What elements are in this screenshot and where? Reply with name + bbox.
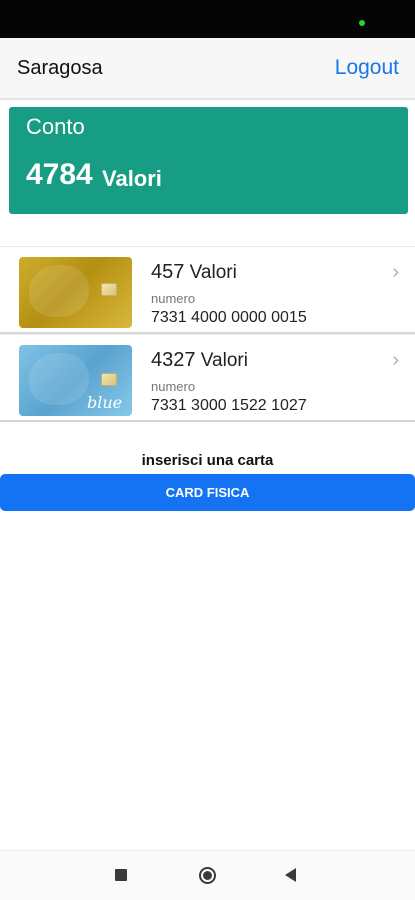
physical-card-button[interactable]: CARD FISICA: [0, 474, 415, 511]
page-title: Saragosa: [17, 57, 103, 79]
card-row-blue[interactable]: blue 4327 Valori numero 7331 3000 1522 1…: [0, 334, 415, 422]
card-number-label: numero: [151, 379, 196, 394]
gold-card-image: [19, 257, 132, 328]
blue-card-image: blue: [19, 345, 132, 416]
card-brand-text: blue: [87, 393, 123, 412]
card-number: 7331 3000 1522 1027: [151, 397, 307, 414]
card-amount: 4327 Valori: [151, 349, 248, 372]
card-number: 7331 4000 0000 0015: [151, 309, 307, 326]
chevron-right-icon: ›: [392, 349, 399, 371]
chip-icon: [101, 283, 117, 296]
card-number-label: numero: [151, 291, 196, 306]
account-amount: 4784: [26, 158, 93, 191]
card-lion-watermark-icon: [29, 265, 89, 317]
home-circle-icon[interactable]: [199, 867, 216, 884]
card-amount-value: 457: [151, 261, 185, 283]
app-header: Saragosa Logout: [0, 38, 415, 100]
card-amount-unit: Valori: [189, 262, 237, 283]
insert-card-label: inserisci una carta: [141, 452, 274, 469]
status-bar: [0, 0, 415, 38]
account-unit: Valori: [102, 166, 162, 191]
card-amount: 457 Valori: [151, 261, 237, 284]
logout-button[interactable]: Logout: [335, 56, 399, 80]
chip-icon: [101, 373, 117, 386]
card-amount-unit: Valori: [200, 350, 248, 371]
card-row-gold[interactable]: 457 Valori numero 7331 4000 0000 0015 ›: [0, 246, 415, 334]
recents-square-icon[interactable]: [115, 869, 127, 881]
card-amount-value: 4327: [151, 349, 196, 371]
card-lion-watermark-icon: [29, 353, 89, 405]
system-nav-bar: [0, 850, 415, 900]
notification-dot-icon: [359, 20, 365, 26]
account-label: Conto: [26, 114, 85, 139]
back-triangle-icon[interactable]: [285, 868, 296, 882]
card-list: 457 Valori numero 7331 4000 0000 0015 › …: [0, 246, 415, 422]
account-balance-card: Conto 4784 Valori: [9, 107, 408, 214]
chevron-right-icon: ›: [392, 261, 399, 283]
